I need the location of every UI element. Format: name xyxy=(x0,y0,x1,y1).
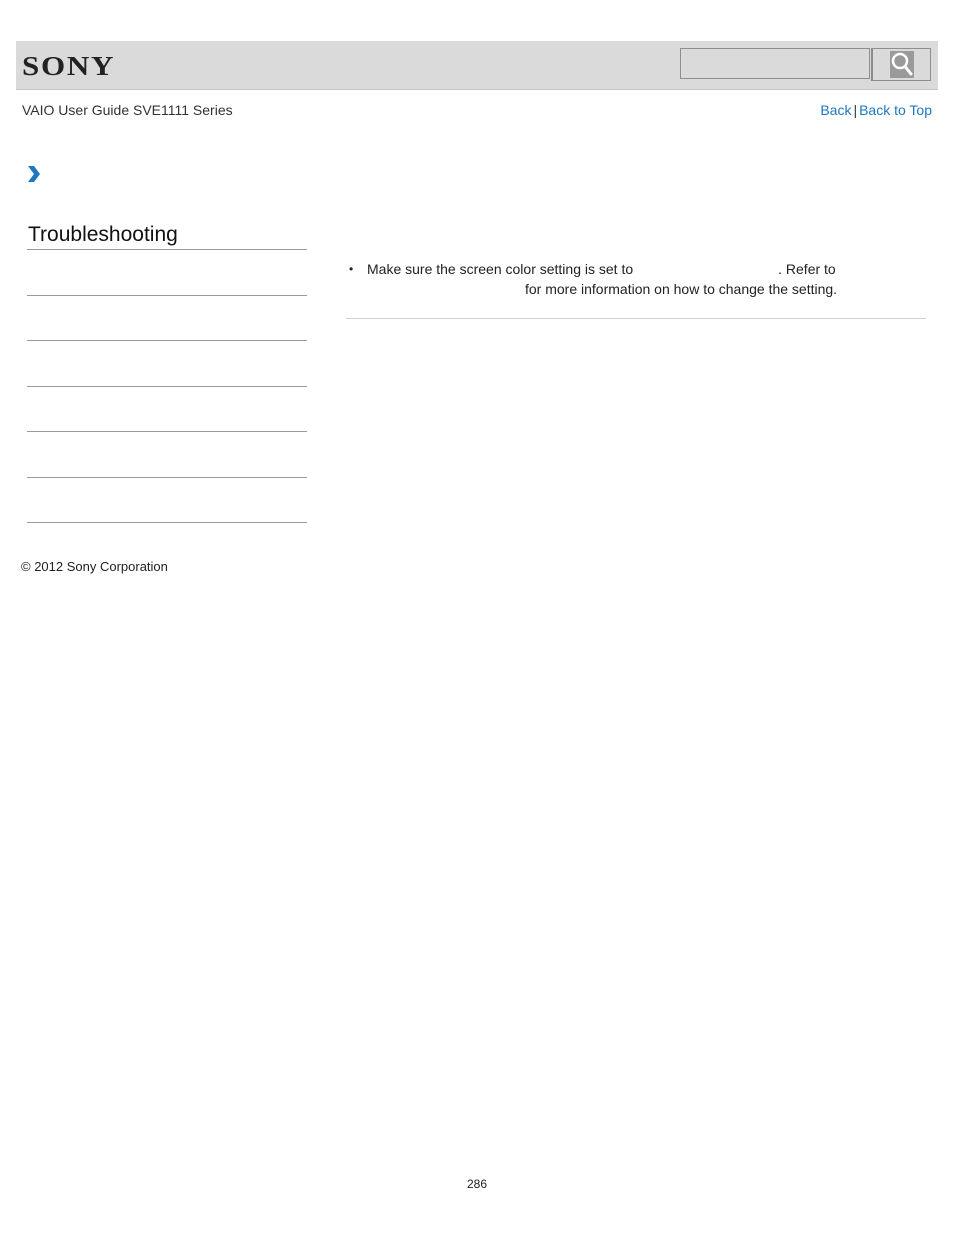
header-bar: SONY xyxy=(16,41,938,90)
content: • Make sure the screen color setting is … xyxy=(346,259,926,299)
sidebar-item[interactable] xyxy=(27,387,307,432)
section-title: Troubleshooting xyxy=(28,223,178,246)
top-links: Back | Back to Top xyxy=(820,102,932,118)
sidebar xyxy=(27,249,307,523)
instruction-text-prefix: Make sure the screen color setting is se… xyxy=(367,261,634,277)
chevron-right-icon[interactable] xyxy=(26,165,42,183)
link-separator: | xyxy=(853,102,858,118)
instruction-list: • Make sure the screen color setting is … xyxy=(346,259,926,299)
content-divider xyxy=(346,318,926,319)
back-to-top-link[interactable]: Back to Top xyxy=(859,102,932,118)
page-number: 286 xyxy=(466,1177,488,1191)
sidebar-item[interactable] xyxy=(27,341,307,387)
sidebar-item[interactable] xyxy=(27,432,307,478)
instruction-text-continued: for more information on how to change th… xyxy=(525,281,838,297)
search-button[interactable] xyxy=(871,48,931,81)
back-link[interactable]: Back xyxy=(820,102,851,118)
list-item: • Make sure the screen color setting is … xyxy=(346,259,926,299)
sidebar-item[interactable] xyxy=(27,250,307,296)
search-icon xyxy=(890,51,914,78)
sony-logo: SONY xyxy=(22,51,116,81)
instruction-text-suffix: . Refer to xyxy=(778,261,836,277)
sidebar-item[interactable] xyxy=(27,296,307,341)
sidebar-item[interactable] xyxy=(27,478,307,523)
guide-title: VAIO User Guide SVE1111 Series xyxy=(22,102,233,118)
bullet: • xyxy=(349,262,354,276)
search-input[interactable] xyxy=(680,48,870,79)
copyright: © 2012 Sony Corporation xyxy=(21,559,168,574)
